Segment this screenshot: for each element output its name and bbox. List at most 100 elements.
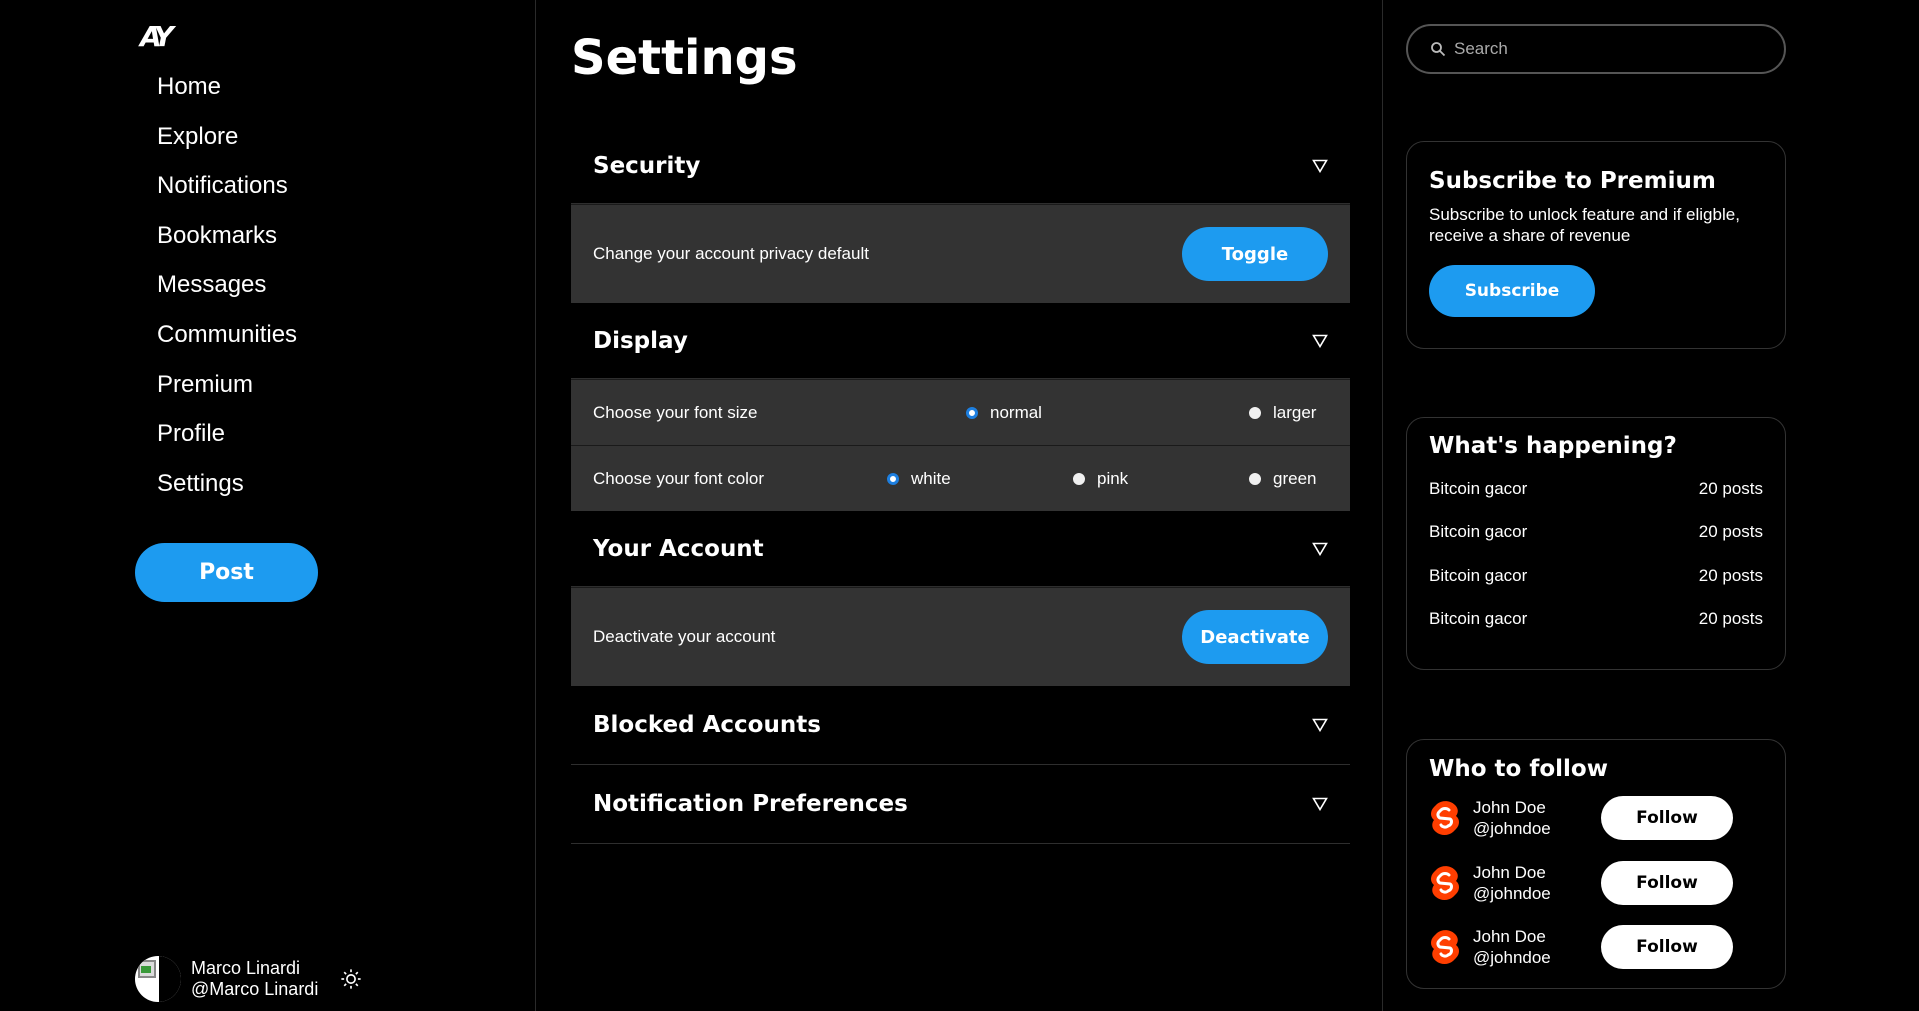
- trend-item[interactable]: Bitcoin gacor 20 posts: [1429, 467, 1763, 511]
- radio-button[interactable]: [1073, 472, 1085, 485]
- follow-user-info: John Doe @johndoe: [1473, 797, 1601, 839]
- trend-topic: Bitcoin gacor: [1429, 522, 1528, 542]
- triangle-down-icon[interactable]: [1312, 797, 1328, 811]
- sun-icon[interactable]: [340, 968, 362, 990]
- font-size-row: Choose your font size normal larger: [571, 379, 1350, 445]
- trend-item[interactable]: Bitcoin gacor 20 posts: [1429, 554, 1763, 598]
- font-size-option-larger[interactable]: larger: [1249, 403, 1316, 423]
- font-color-option-pink[interactable]: pink: [1073, 469, 1128, 489]
- section-display-header[interactable]: Display: [571, 303, 1350, 379]
- section-account-header[interactable]: Your Account: [571, 511, 1350, 587]
- option-label: pink: [1097, 468, 1129, 488]
- follow-suggestion: John Doe @johndoe Follow: [1429, 851, 1763, 916]
- search-input[interactable]: [1454, 39, 1754, 59]
- follow-button[interactable]: Follow: [1601, 925, 1733, 970]
- user-handle: @Marco Linardi: [191, 979, 319, 999]
- nav-item-explore[interactable]: Explore: [157, 120, 297, 170]
- avatar-mask: [159, 956, 181, 1002]
- radio-button[interactable]: [1249, 406, 1261, 419]
- nav-item-settings[interactable]: Settings: [157, 467, 297, 517]
- section-notifications-header[interactable]: Notification Preferences: [571, 765, 1350, 844]
- deactivate-button[interactable]: Deactivate: [1182, 610, 1328, 664]
- user-info: Marco Linardi @Marco Linardi: [191, 958, 318, 1000]
- option-label: white: [911, 468, 951, 488]
- privacy-row: Change your account privacy default Togg…: [571, 204, 1350, 303]
- option-label: green: [1273, 468, 1317, 488]
- toggle-privacy-button[interactable]: Toggle: [1182, 227, 1328, 281]
- section-title: Notification Preferences: [593, 791, 908, 817]
- left-sidebar: AY Home Explore Notifications Bookmarks …: [0, 0, 536, 1011]
- nav-item-profile[interactable]: Profile: [157, 417, 297, 467]
- nav-item-premium[interactable]: Premium: [157, 368, 297, 418]
- premium-title: Subscribe to Premium: [1429, 168, 1716, 194]
- trend-count: 20 posts: [1698, 609, 1763, 629]
- follow-title: Who to follow: [1429, 756, 1608, 782]
- trend-count: 20 posts: [1698, 478, 1763, 498]
- follow-suggestion: John Doe @johndoe Follow: [1429, 915, 1763, 980]
- font-color-row: Choose your font color white pink green: [571, 445, 1350, 511]
- main-content: Settings Security Change your account pr…: [537, 0, 1383, 1011]
- follow-user-name: John Doe: [1473, 927, 1546, 947]
- broken-image-icon-fill: [141, 966, 151, 973]
- main-nav: Home Explore Notifications Bookmarks Mes…: [157, 70, 297, 516]
- trend-item[interactable]: Bitcoin gacor 20 posts: [1429, 598, 1763, 642]
- user-profile[interactable]: Marco Linardi @Marco Linardi: [135, 956, 362, 1002]
- app-logo[interactable]: AY: [140, 20, 174, 53]
- section-title: Security: [593, 152, 701, 179]
- trend-topic: Bitcoin gacor: [1429, 565, 1528, 585]
- trend-count: 20 posts: [1698, 522, 1763, 542]
- nav-item-notifications[interactable]: Notifications: [157, 169, 297, 219]
- app: AY Home Explore Notifications Bookmarks …: [0, 0, 1919, 1011]
- section-blocked-header[interactable]: Blocked Accounts: [571, 686, 1350, 765]
- triangle-down-icon[interactable]: [1312, 542, 1328, 556]
- option-label: larger: [1273, 402, 1317, 422]
- svelte-logo-icon: [1431, 865, 1459, 900]
- radio-button[interactable]: [1249, 472, 1261, 485]
- settings-list: Security Change your account privacy def…: [571, 128, 1350, 844]
- trend-item[interactable]: Bitcoin gacor 20 posts: [1429, 511, 1763, 555]
- post-button[interactable]: Post: [135, 543, 318, 602]
- section-title: Blocked Accounts: [593, 712, 821, 738]
- nav-item-messages[interactable]: Messages: [157, 268, 297, 318]
- triangle-down-icon[interactable]: [1312, 334, 1328, 348]
- font-color-option-green[interactable]: green: [1249, 469, 1316, 489]
- trends-card: What's happening? Bitcoin gacor 20 posts…: [1406, 417, 1786, 670]
- nav-item-home[interactable]: Home: [157, 70, 297, 120]
- triangle-down-icon[interactable]: [1312, 718, 1328, 732]
- trend-topic: Bitcoin gacor: [1429, 609, 1528, 629]
- triangle-down-icon[interactable]: [1312, 159, 1328, 173]
- font-color-label: Choose your font color: [593, 468, 765, 488]
- follow-user-handle: @johndoe: [1473, 948, 1551, 968]
- follow-button[interactable]: Follow: [1601, 796, 1733, 841]
- search-box[interactable]: [1406, 24, 1786, 74]
- follow-user-name: John Doe: [1473, 798, 1546, 818]
- svelte-logo-icon: [1431, 930, 1459, 965]
- radio-button-checked[interactable]: [966, 406, 978, 419]
- deactivate-label: Deactivate your account: [593, 627, 776, 646]
- nav-item-communities[interactable]: Communities: [157, 318, 297, 368]
- premium-card: Subscribe to Premium Subscribe to unlock…: [1406, 141, 1786, 349]
- section-title: Display: [593, 327, 688, 354]
- search-icon: [1431, 42, 1446, 57]
- premium-text: Subscribe to unlock feature and if eligb…: [1429, 205, 1740, 245]
- subscribe-button[interactable]: Subscribe: [1429, 265, 1595, 317]
- right-sidebar: Subscribe to Premium Subscribe to unlock…: [1384, 0, 1919, 1011]
- radio-button-checked[interactable]: [887, 472, 899, 485]
- privacy-label: Change your account privacy default: [593, 244, 869, 263]
- section-title: Your Account: [593, 535, 764, 562]
- trends-title: What's happening?: [1429, 433, 1677, 459]
- font-size-option-normal[interactable]: normal: [966, 403, 1042, 423]
- trend-count: 20 posts: [1698, 565, 1763, 585]
- section-security-header[interactable]: Security: [571, 128, 1350, 204]
- font-size-label: Choose your font size: [593, 402, 758, 422]
- follow-button[interactable]: Follow: [1601, 860, 1733, 905]
- user-name: Marco Linardi: [191, 958, 301, 978]
- follow-user-handle: @johndoe: [1473, 883, 1551, 903]
- who-to-follow-card: Who to follow John Doe @johndoe Follow J…: [1406, 739, 1786, 989]
- trend-topic: Bitcoin gacor: [1429, 478, 1528, 498]
- follow-user-info: John Doe @johndoe: [1473, 926, 1601, 968]
- font-color-option-white[interactable]: white: [887, 469, 951, 489]
- nav-item-bookmarks[interactable]: Bookmarks: [157, 219, 297, 269]
- follow-suggestion: John Doe @johndoe Follow: [1429, 786, 1763, 851]
- avatar: [135, 956, 181, 1002]
